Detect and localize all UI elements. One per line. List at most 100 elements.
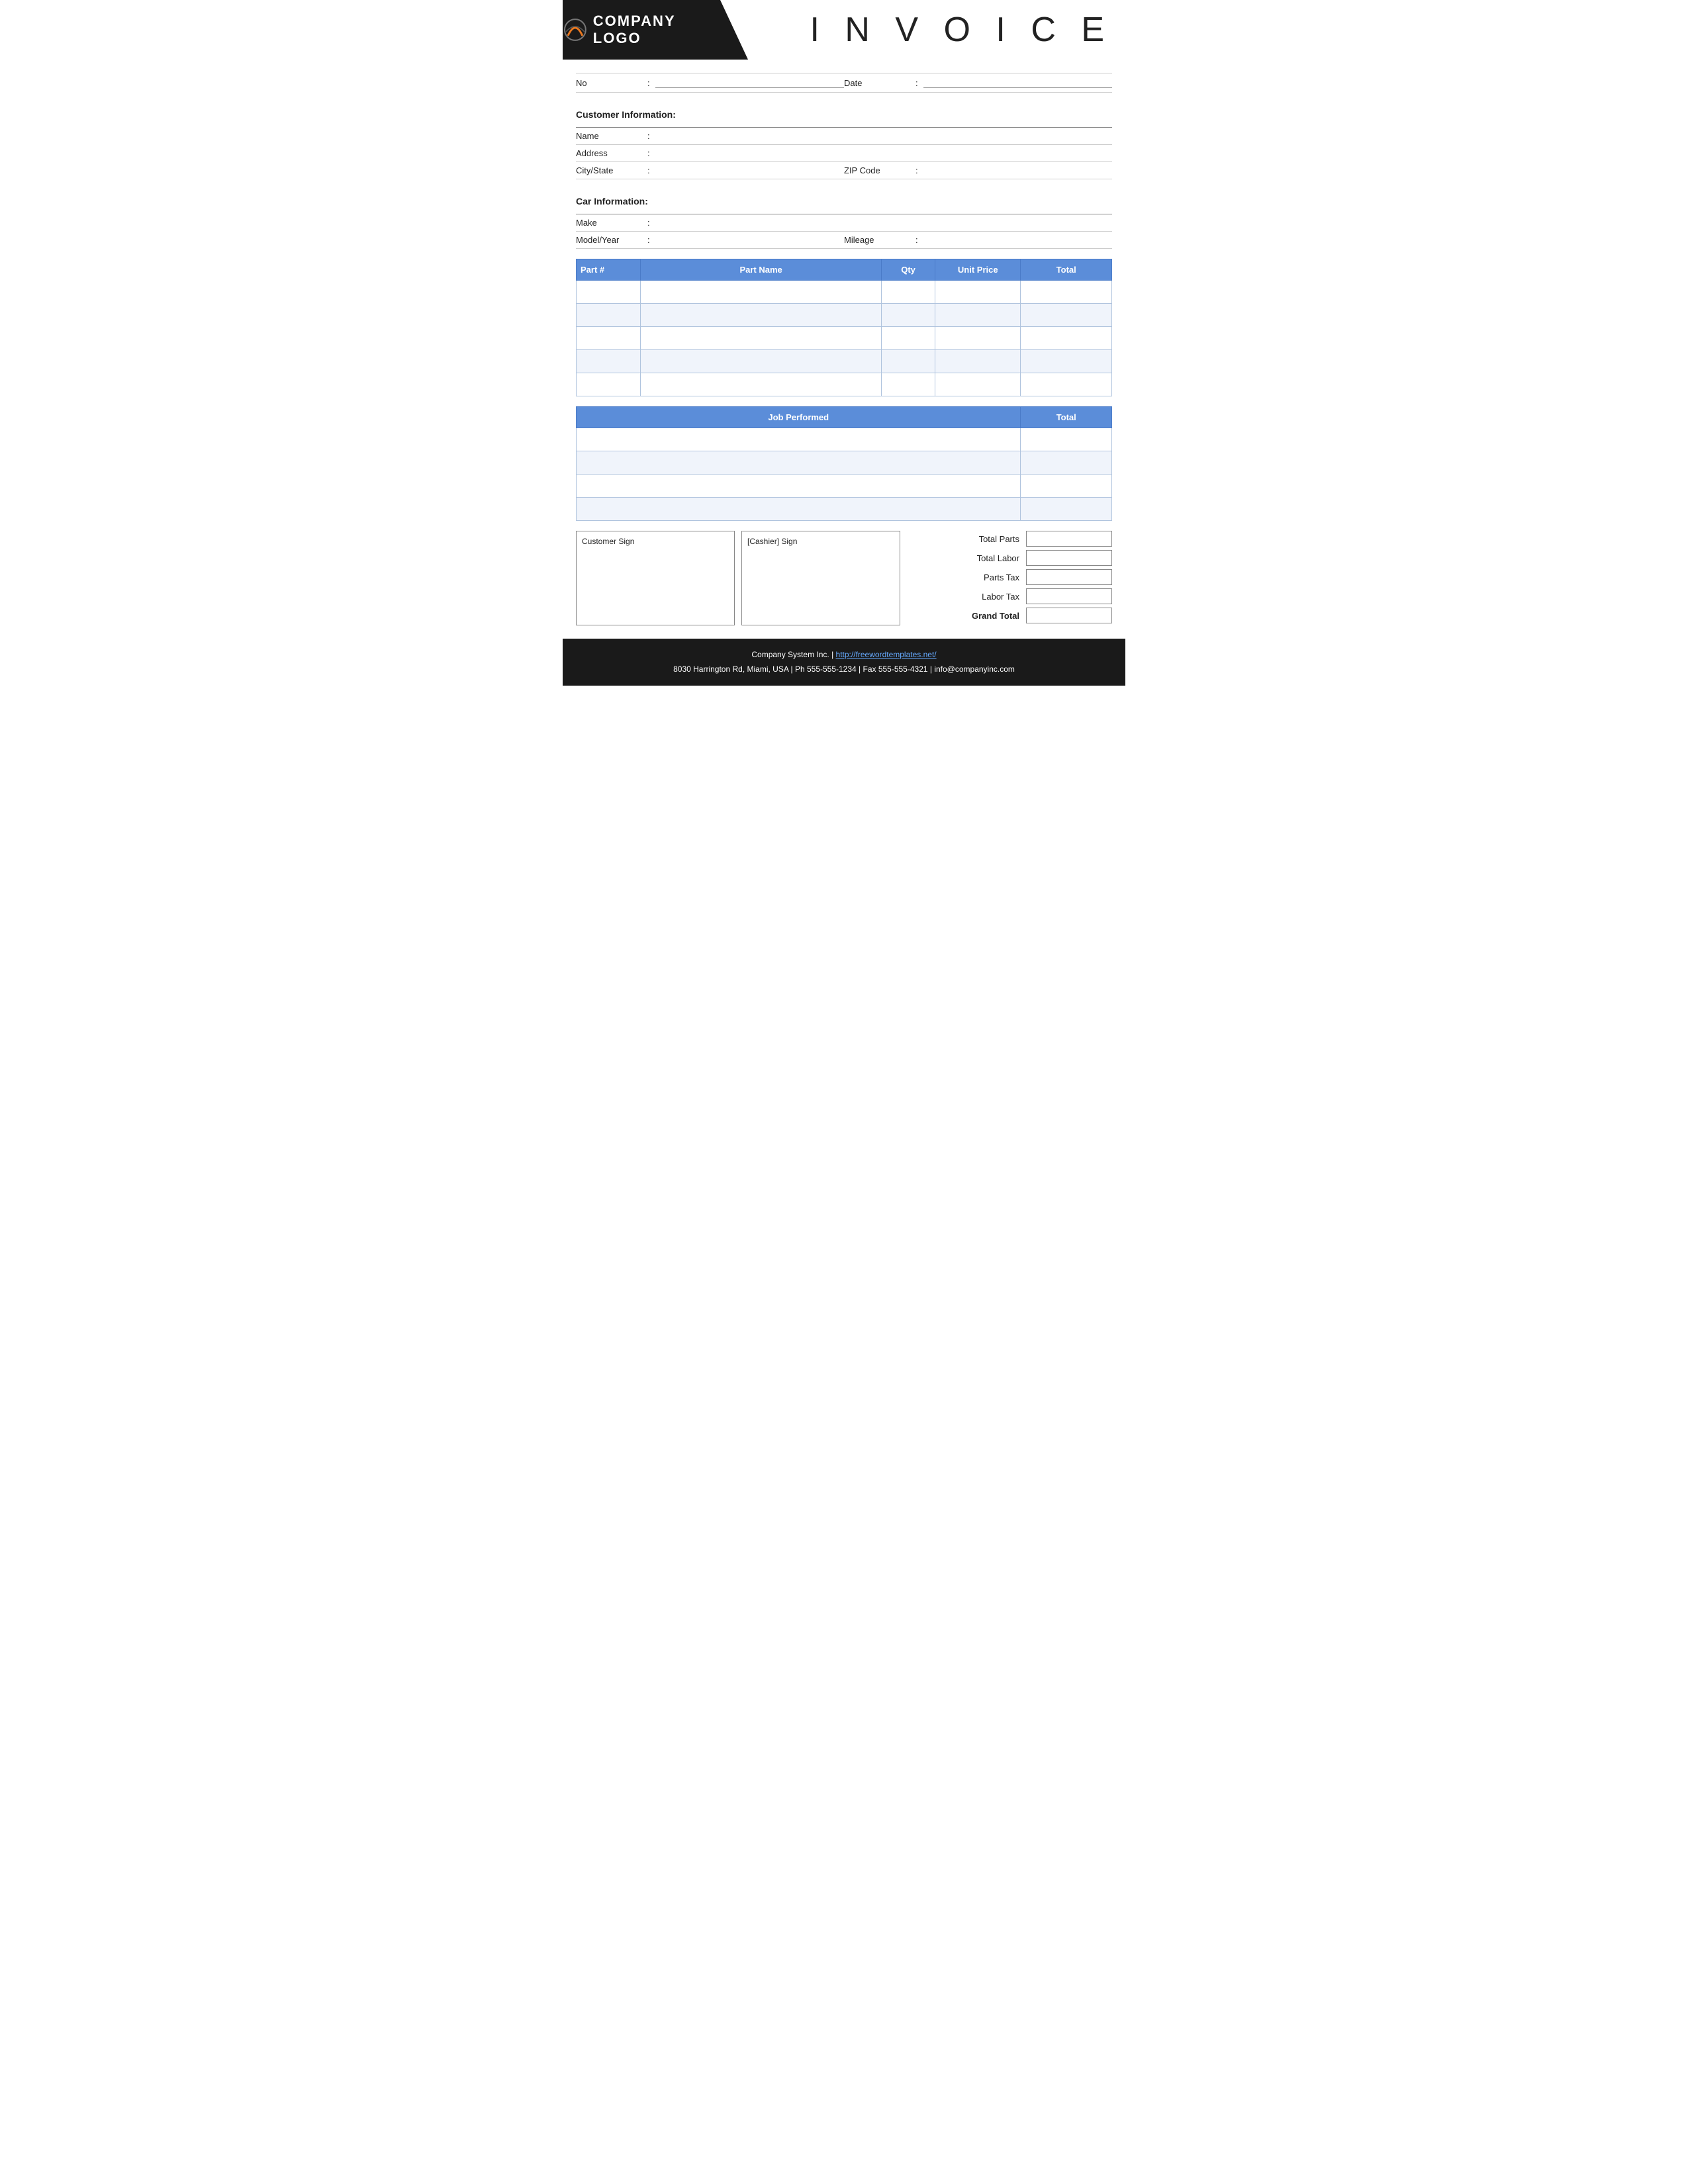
model-field: Model/Year : [576, 235, 844, 245]
no-colon: : [647, 78, 650, 88]
labor-tax-row: Labor Tax [914, 588, 1112, 604]
footer-line2: 8030 Harrington Rd, Miami, USA | Ph 555-… [572, 662, 1116, 677]
table-row [577, 281, 1112, 304]
job-table: Job Performed Total [576, 406, 1112, 521]
part-total-cell[interactable] [1021, 281, 1112, 304]
part-total-cell[interactable] [1021, 327, 1112, 350]
invoice-title-section: I N V O I C E [748, 0, 1125, 60]
part-unit-cell[interactable] [935, 373, 1021, 396]
job-col-total: Total [1021, 407, 1112, 428]
part-total-cell[interactable] [1021, 304, 1112, 327]
job-total-cell[interactable] [1021, 475, 1112, 498]
parts-tax-value[interactable] [1026, 569, 1112, 585]
job-col-job: Job Performed [577, 407, 1021, 428]
job-desc-cell[interactable] [577, 451, 1021, 475]
customer-info-section: Customer Information: Name : Address : C… [563, 99, 1125, 179]
parts-table-header: Part # Part Name Qty Unit Price Total [577, 259, 1112, 281]
car-section-title: Car Information: [576, 189, 648, 210]
part-qty-cell[interactable] [882, 281, 935, 304]
part-qty-cell[interactable] [882, 350, 935, 373]
total-labor-value[interactable] [1026, 550, 1112, 566]
company-logo: COMPANY LOGO [563, 13, 728, 47]
customer-info-title-row: Customer Information: [576, 99, 1112, 128]
city-field: City/State : [576, 165, 844, 175]
signatures-section: Customer Sign [Cashier] Sign [576, 531, 900, 625]
job-table-header: Job Performed Total [577, 407, 1112, 428]
part-name-cell[interactable] [641, 373, 882, 396]
car-make-label: Make [576, 218, 642, 228]
model-colon: : [647, 235, 650, 245]
invoice-meta: No : Date : [563, 73, 1125, 93]
total-labor-label: Total Labor [914, 553, 1026, 563]
no-field: No : [576, 77, 844, 88]
part-total-cell[interactable] [1021, 373, 1112, 396]
part-qty-cell[interactable] [882, 327, 935, 350]
car-make-colon: : [647, 218, 650, 228]
part-name-cell[interactable] [641, 327, 882, 350]
page-footer: Company System Inc. | http://freewordtem… [563, 639, 1125, 686]
part-unit-cell[interactable] [935, 327, 1021, 350]
part-num-cell[interactable] [577, 281, 641, 304]
customer-name-label: Name [576, 131, 642, 141]
car-model-row: Model/Year : Mileage : [576, 232, 1112, 249]
total-labor-row: Total Labor [914, 550, 1112, 566]
part-num-cell[interactable] [577, 327, 641, 350]
footer-company: Company System Inc. | [751, 650, 835, 659]
job-total-cell[interactable] [1021, 498, 1112, 521]
part-num-cell[interactable] [577, 350, 641, 373]
date-field: Date : [844, 77, 1112, 88]
customer-sign-box[interactable]: Customer Sign [576, 531, 735, 625]
table-row [577, 373, 1112, 396]
cashier-sign-box[interactable]: [Cashier] Sign [741, 531, 900, 625]
invoice-title: I N V O I C E [810, 10, 1113, 50]
parts-col-unit: Unit Price [935, 259, 1021, 281]
date-value[interactable] [923, 77, 1112, 88]
parts-col-qty: Qty [882, 259, 935, 281]
part-qty-cell[interactable] [882, 373, 935, 396]
labor-tax-value[interactable] [1026, 588, 1112, 604]
no-value[interactable] [655, 77, 844, 88]
customer-section-title: Customer Information: [576, 103, 676, 124]
model-mileage-row: Model/Year : Mileage : [576, 235, 1112, 245]
zip-label: ZIP Code [844, 165, 910, 175]
part-name-cell[interactable] [641, 304, 882, 327]
job-total-cell[interactable] [1021, 451, 1112, 475]
grand-total-value[interactable] [1026, 608, 1112, 623]
job-total-cell[interactable] [1021, 428, 1112, 451]
job-desc-cell[interactable] [577, 428, 1021, 451]
total-parts-value[interactable] [1026, 531, 1112, 547]
footer-line1: Company System Inc. | http://freewordtem… [572, 648, 1116, 662]
date-label: Date [844, 78, 910, 88]
part-num-cell[interactable] [577, 373, 641, 396]
part-name-cell[interactable] [641, 350, 882, 373]
part-name-cell[interactable] [641, 281, 882, 304]
total-parts-label: Total Parts [914, 534, 1026, 544]
footer-link[interactable]: http://freewordtemplates.net/ [836, 650, 937, 659]
table-row [577, 498, 1112, 521]
part-qty-cell[interactable] [882, 304, 935, 327]
part-unit-cell[interactable] [935, 304, 1021, 327]
logo-icon [563, 17, 588, 42]
grand-total-row: Grand Total [914, 608, 1112, 623]
parts-tax-label: Parts Tax [914, 572, 1026, 582]
table-row [577, 327, 1112, 350]
page-header: COMPANY LOGO I N V O I C E [563, 0, 1125, 60]
part-unit-cell[interactable] [935, 281, 1021, 304]
zip-field: ZIP Code : [844, 165, 1112, 175]
labor-tax-label: Labor Tax [914, 592, 1026, 602]
part-total-cell[interactable] [1021, 350, 1112, 373]
job-desc-cell[interactable] [577, 498, 1021, 521]
part-unit-cell[interactable] [935, 350, 1021, 373]
parts-col-total: Total [1021, 259, 1112, 281]
zip-colon: : [915, 165, 918, 175]
parts-table: Part # Part Name Qty Unit Price Total [576, 259, 1112, 396]
part-num-cell[interactable] [577, 304, 641, 327]
parts-col-part: Part # [577, 259, 641, 281]
table-row [577, 350, 1112, 373]
job-desc-cell[interactable] [577, 475, 1021, 498]
parts-tax-row: Parts Tax [914, 569, 1112, 585]
car-info-title-row: Car Information: [576, 186, 1112, 214]
city-colon: : [647, 165, 650, 175]
model-label: Model/Year [576, 235, 642, 245]
customer-name-colon: : [647, 131, 650, 141]
